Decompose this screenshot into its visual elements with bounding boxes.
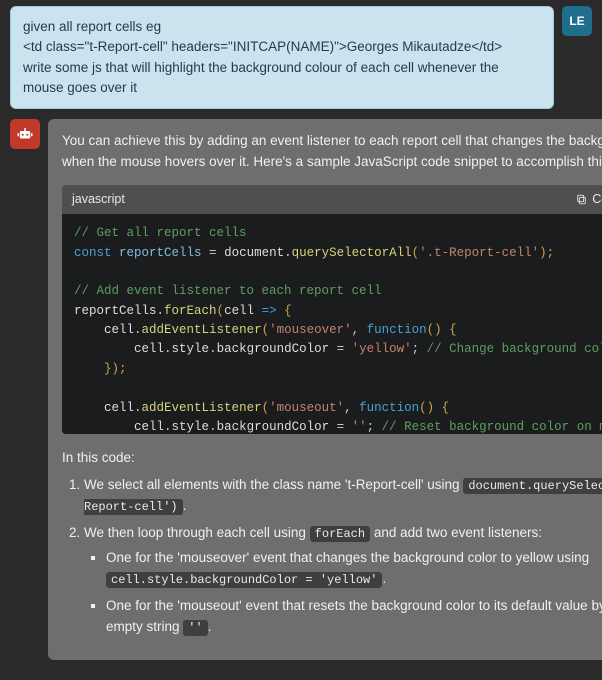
code-content[interactable]: // Get all report cells const reportCell…: [62, 214, 602, 434]
outro-lead: In this code:: [62, 448, 602, 469]
list-item: One for the 'mouseover' event that chang…: [106, 548, 602, 590]
assistant-avatar-badge: [10, 119, 40, 149]
list-item: We select all elements with the class na…: [84, 475, 602, 517]
user-message: given all report cells eg <td class="t-R…: [10, 6, 554, 109]
inline-code: '': [183, 620, 207, 636]
user-text-line: <td class="t-Report-cell" headers="INITC…: [23, 37, 541, 57]
inline-code: cell.style.backgroundColor = 'yellow': [106, 572, 382, 588]
user-text-line: given all report cells eg: [23, 17, 541, 37]
code-block: javascript Copy: [62, 185, 602, 434]
code-header: javascript Copy: [62, 185, 602, 214]
user-avatar-badge: LE: [562, 6, 592, 36]
explanation-list: We select all elements with the class na…: [84, 475, 602, 637]
list-item: We then loop through each cell using for…: [84, 523, 602, 638]
assistant-message: You can achieve this by adding an event …: [48, 119, 602, 660]
copy-icon: [575, 193, 588, 206]
code-language-label: javascript: [72, 190, 125, 209]
copy-button[interactable]: Copy: [575, 190, 602, 209]
user-text-line: write some js that will highlight the ba…: [23, 58, 541, 99]
copy-label: Copy: [592, 190, 602, 209]
assistant-intro: You can achieve this by adding an event …: [62, 131, 602, 173]
inline-code: forEach: [310, 526, 370, 542]
list-item: One for the 'mouseout' event that resets…: [106, 596, 602, 638]
robot-icon: [16, 125, 34, 143]
